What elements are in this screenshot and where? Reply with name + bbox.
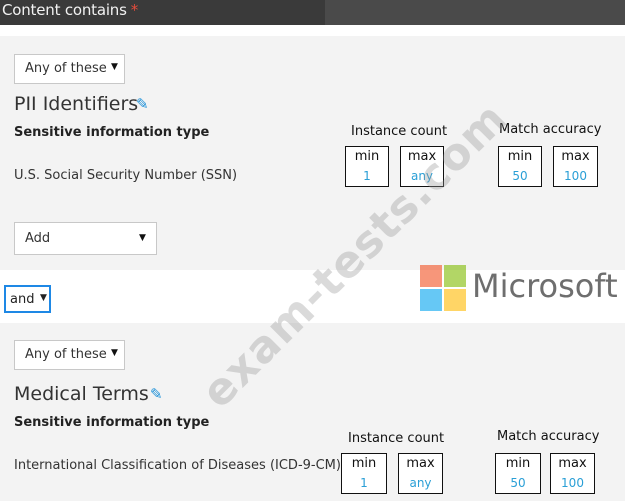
group1-instance-min-field[interactable]: min 1	[345, 146, 389, 187]
chevron-down-icon: ▼	[111, 62, 118, 72]
group2-type-name: International Classification of Diseases…	[14, 458, 341, 473]
logo-square-yellow	[444, 289, 466, 311]
section-title-text: Content contains	[2, 1, 127, 19]
chevron-down-icon: ▼	[40, 293, 47, 303]
group1-accuracy-max-field[interactable]: max 100	[553, 146, 598, 187]
min-label: min	[507, 149, 533, 164]
edit-pencil-icon[interactable]: ✎	[136, 95, 149, 113]
group2-accuracy-min-field[interactable]: min 50	[495, 453, 541, 494]
min-value: 1	[363, 169, 371, 183]
max-label: max	[561, 149, 590, 164]
max-value: 100	[561, 476, 584, 490]
group1-instance-max-field[interactable]: max any	[400, 146, 444, 187]
min-label: min	[351, 456, 377, 471]
group2-column-header: Sensitive information type	[14, 415, 210, 430]
group1-match-accuracy-label: Match accuracy	[499, 122, 602, 137]
header-right-area	[325, 0, 625, 25]
max-label: max	[558, 456, 587, 471]
group2-instance-count-label: Instance count	[348, 431, 445, 446]
section-header: Content contains *	[0, 0, 625, 25]
microsoft-wordmark: Microsoft	[472, 267, 618, 305]
section-title: Content contains *	[2, 1, 138, 19]
group2-instance-max-field[interactable]: max any	[398, 453, 443, 494]
logo-square-blue	[420, 289, 442, 311]
add-type-select[interactable]: Add ▼	[14, 222, 157, 255]
group1-accuracy-min-field[interactable]: min 50	[498, 146, 542, 187]
add-type-select-label: Add	[25, 231, 51, 246]
group2-match-accuracy-label: Match accuracy	[497, 429, 600, 444]
min-value: 1	[360, 476, 368, 490]
max-value: 100	[564, 169, 587, 183]
group1-type-name: U.S. Social Security Number (SSN)	[14, 168, 238, 183]
group2-accuracy-max-field[interactable]: max 100	[550, 453, 595, 494]
edit-pencil-icon[interactable]: ✎	[150, 385, 163, 403]
group2-match-select[interactable]: Any of these ▼	[14, 340, 125, 370]
chevron-down-icon: ▼	[139, 233, 146, 243]
min-label: min	[354, 149, 380, 164]
group1-match-select[interactable]: Any of these ▼	[14, 54, 125, 84]
max-value: any	[410, 169, 434, 183]
group1-title: PII Identifiers	[14, 93, 139, 115]
required-mark: *	[130, 1, 139, 19]
group2-instance-min-field[interactable]: min 1	[341, 453, 387, 494]
chevron-down-icon: ▼	[111, 348, 118, 358]
group1-column-header: Sensitive information type	[14, 125, 210, 140]
min-value: 50	[510, 476, 526, 490]
max-label: max	[407, 149, 437, 164]
group-operator-label: and	[10, 292, 35, 307]
group2-match-select-label: Any of these	[25, 347, 107, 362]
min-value: 50	[512, 169, 528, 183]
microsoft-logo-icon	[420, 265, 466, 311]
logo-square-red	[420, 265, 442, 287]
min-label: min	[505, 456, 531, 471]
max-value: any	[409, 476, 432, 490]
group1-match-select-label: Any of these	[25, 61, 107, 76]
group-operator-select[interactable]: and ▼	[4, 285, 51, 313]
logo-square-green	[444, 265, 466, 287]
group1-instance-count-label: Instance count	[351, 124, 448, 139]
group2-title: Medical Terms	[14, 383, 149, 405]
max-label: max	[406, 456, 435, 471]
